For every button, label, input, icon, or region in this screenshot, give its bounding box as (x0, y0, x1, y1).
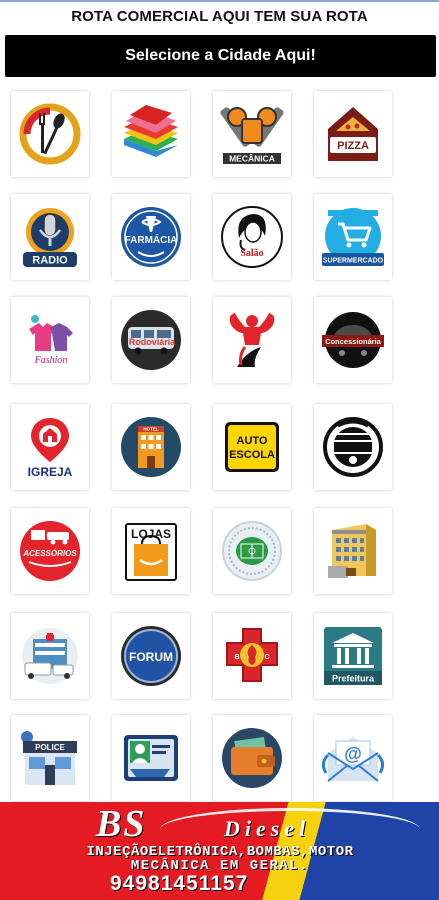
church-icon: IGREJA (28, 418, 73, 479)
category-tile-auto-parts[interactable] (314, 404, 392, 490)
category-tile-accessories[interactable]: ACESSÓRIOS (11, 508, 89, 594)
category-tile-city-hall[interactable]: Prefeitura (314, 613, 392, 699)
category-tile-id-card[interactable] (112, 715, 190, 801)
id-card-icon (124, 735, 178, 781)
forum-label: FORUM (129, 650, 173, 664)
category-tile-pizza[interactable]: PIZZA (314, 91, 392, 177)
select-city-button[interactable]: Selecione a Cidade Aqui! (5, 35, 436, 77)
banner-brand-sub: Diesel (224, 816, 311, 841)
category-tile-wallet[interactable] (213, 715, 291, 801)
bus-station-icon: Rodoviária (121, 310, 181, 370)
fire-department-icon: B C (226, 628, 278, 682)
restaurant-icon (19, 103, 81, 165)
category-tile-hotel[interactable]: HOTEL (112, 404, 190, 490)
email-icon: @ (321, 737, 385, 782)
police-label: POLICE (35, 743, 65, 752)
category-tile-radio[interactable]: RADIO (11, 194, 89, 280)
app-title: ROTA COMERCIAL AQUI TEM SUA ROTA (71, 8, 368, 25)
category-tile-gym[interactable] (213, 297, 291, 383)
radio-icon: RADIO (23, 208, 77, 267)
category-tile-restaurant[interactable] (11, 91, 89, 177)
category-tile-supermarket[interactable]: SUPERMERCADO (314, 194, 392, 280)
category-tile-hospital[interactable] (11, 613, 89, 699)
fire-department-b: B (234, 654, 239, 661)
category-tile-police[interactable]: POLICE (11, 715, 89, 801)
pharmacy-icon: FARMÁCIA (121, 207, 181, 267)
driving-school-label-2: ESCOLA (229, 449, 275, 461)
category-tile-fashion[interactable]: Fashion (11, 297, 89, 383)
radio-label: RADIO (32, 255, 68, 267)
police-icon: POLICE (21, 731, 77, 785)
bus-station-label: Rodoviária (129, 337, 177, 347)
category-tile-salon[interactable]: Salão (213, 194, 291, 280)
banner-phone: 94981451157 (110, 872, 249, 895)
salon-icon: Salão (221, 206, 283, 268)
building-icon (328, 524, 376, 578)
hotel-label: HOTEL (143, 427, 159, 432)
driving-school-icon: AUTO ESCOLA (225, 422, 279, 472)
mechanic-icon: MECÂNICA (220, 107, 284, 164)
hospital-icon (22, 628, 78, 684)
city-hall-label: Prefeitura (332, 674, 375, 684)
supermarket-icon: SUPERMERCADO (322, 208, 384, 266)
shops-label: LOJAS (131, 527, 171, 541)
shops-icon: LOJAS (125, 523, 177, 581)
top-accent-line (0, 0, 439, 2)
category-tile-email[interactable]: @ (314, 715, 392, 801)
banner-brand: BS (96, 803, 147, 845)
driving-school-label: AUTO (237, 435, 268, 447)
car-dealership-label: Concessionária (325, 337, 382, 346)
auto-parts-icon (323, 417, 383, 477)
fire-department-c: C (264, 654, 269, 661)
books-icon (124, 105, 178, 157)
category-tile-shops[interactable]: LOJAS (112, 508, 190, 594)
stadium-icon (222, 521, 282, 581)
wallet-icon (222, 728, 282, 788)
category-tile-car-dealership[interactable]: Concessionária (314, 297, 392, 383)
category-tile-pharmacy[interactable]: FARMÁCIA (112, 194, 190, 280)
gym-icon (229, 313, 275, 367)
salon-label: Salão (240, 248, 263, 259)
fashion-label: Fashion (34, 355, 68, 366)
category-tile-fire-department[interactable]: B C (213, 613, 291, 699)
category-grid: MECÂNICA PIZZA RADIO FARMÁCIA Salão SUPE… (0, 82, 439, 802)
forum-icon: FORUM (121, 626, 181, 686)
email-label: @ (344, 744, 362, 764)
mechanic-label: MECÂNICA (229, 153, 275, 164)
category-tile-books[interactable] (112, 91, 190, 177)
category-tile-stadium[interactable] (213, 508, 291, 594)
church-label: IGREJA (28, 465, 73, 479)
category-tile-driving-school[interactable]: AUTO ESCOLA (213, 404, 291, 490)
accessories-icon: ACESSÓRIOS (20, 521, 80, 581)
advertisement-banner[interactable]: BS Diesel INJEÇÃOELETRÔNICA,BOMBAS,MOTOR… (0, 802, 439, 900)
city-hall-icon: Prefeitura (324, 627, 382, 685)
category-tile-forum[interactable]: FORUM (112, 613, 190, 699)
category-tile-church[interactable]: IGREJA (11, 404, 89, 490)
supermarket-label: SUPERMERCADO (323, 258, 384, 265)
accessories-label: ACESSÓRIOS (22, 549, 77, 558)
pizza-label: PIZZA (337, 140, 369, 152)
category-tile-building[interactable] (314, 508, 392, 594)
pizza-icon: PIZZA (328, 107, 378, 161)
car-dealership-icon: Concessionária (322, 312, 384, 368)
hotel-icon: HOTEL (121, 417, 181, 477)
category-tile-bus-station[interactable]: Rodoviária (112, 297, 190, 383)
pharmacy-label: FARMÁCIA (125, 233, 178, 246)
category-tile-mechanic[interactable]: MECÂNICA (213, 91, 291, 177)
fashion-icon: Fashion (21, 311, 79, 369)
